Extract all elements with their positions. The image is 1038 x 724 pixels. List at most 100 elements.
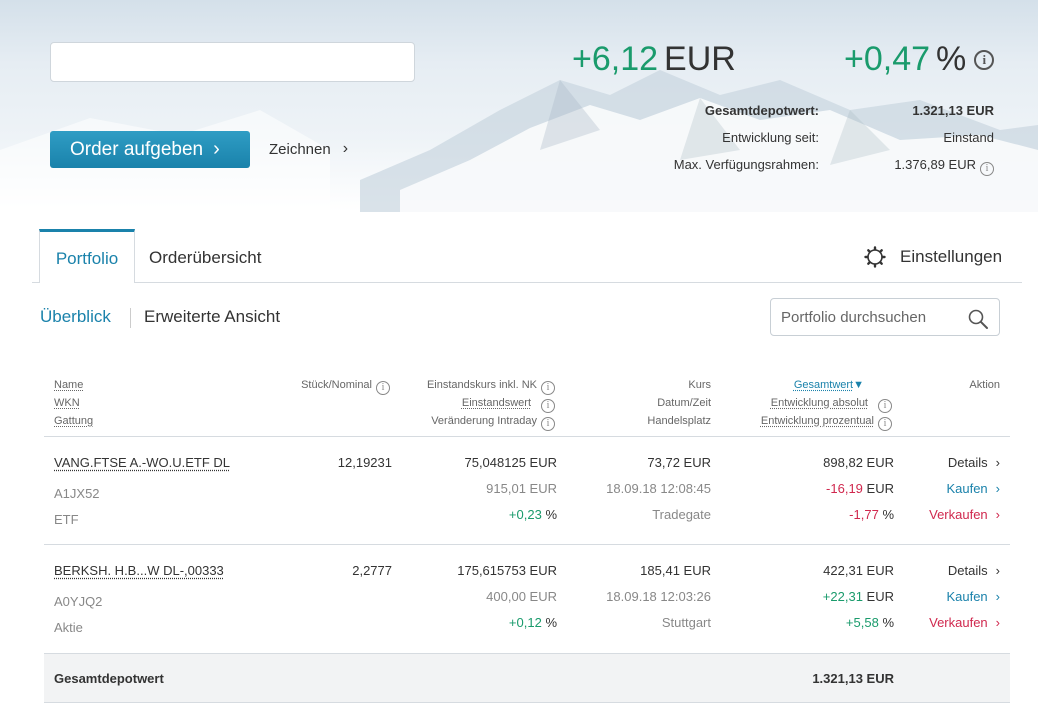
position-gesamtwert: 422,31 EUR — [823, 563, 894, 578]
info-icon[interactable]: i — [878, 398, 892, 413]
info-icon[interactable]: i — [980, 161, 994, 176]
position-veraenderung: +0,12 % — [509, 615, 557, 630]
header-veraenderung: Veränderung Intraday i — [431, 415, 555, 431]
portfolio-search[interactable] — [770, 298, 1000, 336]
header-datum: Datum/Zeit — [657, 397, 711, 409]
veraenderung-value: +0,23 — [508, 507, 542, 522]
order-button-label: Order aufgeben — [70, 138, 204, 160]
info-icon[interactable]: i — [541, 380, 555, 395]
header-entw-abs: Entwicklung absolut i — [771, 397, 892, 413]
change-absolute: +6,12 EUR — [572, 40, 736, 79]
chevron-right-icon: › — [995, 481, 1000, 496]
position-handelsplatz: Stuttgart — [661, 615, 711, 630]
veraenderung-value: +0,12 — [508, 615, 542, 630]
details-label: Details — [947, 563, 988, 578]
header-handelsplatz: Handelsplatz — [647, 415, 711, 427]
position-stueck: 12,19231 — [337, 455, 392, 470]
info-icon[interactable]: i — [878, 416, 892, 431]
header-einstandskurs-label[interactable]: Einstandskurs inkl. NK — [427, 379, 537, 391]
zeichnen-link[interactable]: Zeichnen › — [269, 140, 348, 158]
header-entw-pct-label[interactable]: Entwicklung prozentual — [761, 415, 874, 427]
total-value: 1.321,13 EUR — [812, 671, 894, 686]
sell-label: Verkaufen — [929, 615, 988, 630]
position-datum: 18.09.18 12:03:26 — [606, 589, 711, 604]
buy-label: Kaufen — [946, 589, 988, 604]
search-icon[interactable] — [967, 308, 989, 330]
position-gattung: ETF — [54, 512, 79, 527]
entw-abs-unit: EUR — [866, 481, 894, 496]
change-percent: +0,47% i — [844, 40, 995, 79]
info-icon[interactable]: i — [974, 49, 995, 70]
total-label: Gesamtdepotwert — [54, 671, 164, 686]
header-gesamtwert[interactable]: Gesamtwert▼ — [794, 379, 864, 391]
position-einstandswert: 915,01 EUR — [486, 481, 557, 496]
gesamtdepotwert-label: Gesamtdepotwert: — [704, 103, 819, 118]
header-gesamtwert-label[interactable]: Gesamtwert — [794, 379, 853, 391]
entw-pct-value: +5,58 — [845, 615, 879, 630]
gear-icon — [864, 246, 886, 268]
position-wkn: A1JX52 — [54, 486, 100, 501]
header-einstandswert-label[interactable]: Einstandswert — [462, 397, 531, 409]
hero-header: Order aufgeben › Zeichnen › +6,12 EUR +0,… — [0, 0, 1038, 212]
chevron-right-icon: › — [995, 455, 1000, 470]
entwicklung-seit-label: Entwicklung seit: — [722, 130, 819, 145]
header-einstandskurs: Einstandskurs inkl. NK i — [427, 379, 555, 395]
position-gattung: Aktie — [54, 620, 83, 635]
settings-button[interactable]: Einstellungen — [864, 246, 1002, 268]
row-divider — [44, 544, 1010, 545]
position-einstandswert: 400,00 EUR — [486, 589, 557, 604]
entw-abs-unit: EUR — [866, 589, 894, 604]
max-verfuegungsrahmen-value: 1.376,89 EUR — [894, 157, 976, 172]
portfolio-search-input[interactable] — [781, 308, 961, 326]
position-name[interactable]: VANG.FTSE A.-WO.U.ETF DL — [54, 455, 230, 470]
max-verfuegungsrahmen-label: Max. Verfügungsrahmen: — [673, 157, 819, 172]
sell-button[interactable]: Verkaufen › — [929, 507, 1000, 522]
chevron-right-icon: › — [995, 615, 1000, 630]
quick-search-input[interactable] — [50, 42, 415, 82]
buy-button[interactable]: Kaufen › — [946, 589, 1000, 604]
mountain-background — [0, 70, 1038, 212]
view-erweiterte-ansicht[interactable]: Erweiterte Ansicht — [144, 307, 280, 327]
position-name[interactable]: BERKSH. H.B...W DL-,00333 — [54, 563, 224, 578]
header-einstandswert: Einstandswert i — [462, 397, 555, 413]
header-stueck-label[interactable]: Stück/Nominal — [301, 379, 372, 391]
details-label: Details — [947, 455, 988, 470]
header-wkn[interactable]: WKN — [54, 397, 80, 409]
order-button[interactable]: Order aufgeben › — [50, 131, 250, 168]
change-absolute-unit: EUR — [664, 40, 736, 78]
veraenderung-unit: % — [545, 615, 557, 630]
entw-pct-unit: % — [882, 507, 894, 522]
header-gattung[interactable]: Gattung — [54, 415, 93, 427]
details-button[interactable]: Details › — [948, 455, 1000, 470]
header-kurs: Kurs — [688, 379, 711, 391]
view-ueberblick[interactable]: Überblick — [40, 307, 111, 327]
position-wkn: A0YJQ2 — [54, 594, 103, 609]
tab-portfolio[interactable]: Portfolio — [39, 229, 135, 283]
entwicklung-seit-value[interactable]: Einstand — [943, 130, 994, 145]
info-icon[interactable]: i — [376, 380, 390, 395]
veraenderung-unit: % — [545, 507, 557, 522]
chevron-right-icon: › — [995, 563, 1000, 578]
chevron-right-icon: › — [995, 507, 1000, 522]
chevron-right-icon: › — [342, 140, 349, 157]
position-entw-abs: +22,31 EUR — [823, 589, 894, 604]
info-icon[interactable]: i — [541, 416, 555, 431]
sell-button[interactable]: Verkaufen › — [929, 615, 1000, 630]
header-entw-abs-label[interactable]: Entwicklung absolut — [771, 397, 868, 409]
position-veraenderung: +0,23 % — [509, 507, 557, 522]
entw-abs-value: +22,31 — [822, 589, 863, 604]
gesamtdepotwert-value: 1.321,13 EUR — [912, 103, 994, 118]
sell-label: Verkaufen — [929, 507, 988, 522]
buy-button[interactable]: Kaufen › — [946, 481, 1000, 496]
position-datum: 18.09.18 12:08:45 — [606, 481, 711, 496]
change-absolute-value: +6,12 — [572, 40, 659, 78]
chevron-right-icon: › — [213, 138, 220, 160]
change-percent-unit: % — [936, 40, 967, 78]
details-button[interactable]: Details › — [948, 563, 1000, 578]
position-kurs: 185,41 EUR — [640, 563, 711, 578]
tab-orderuebersicht[interactable]: Orderübersicht — [149, 248, 261, 268]
header-stueck: Stück/Nominal i — [301, 379, 390, 395]
info-icon[interactable]: i — [541, 398, 555, 413]
settings-label: Einstellungen — [900, 247, 1003, 266]
header-name[interactable]: Name — [54, 379, 83, 391]
